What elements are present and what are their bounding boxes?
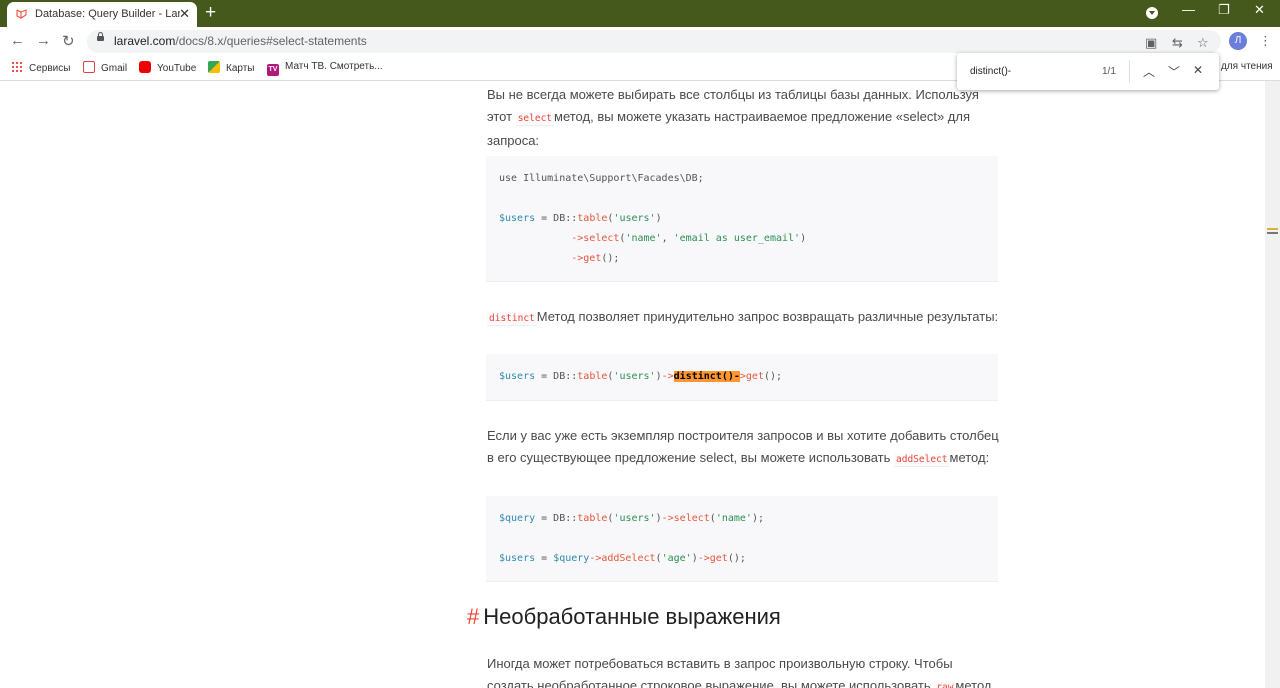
forward-icon[interactable]: →	[36, 32, 51, 49]
bookmark-maps[interactable]: Карты	[208, 61, 255, 74]
code-block-distinct: $users = DB::table('users')->distinct()-…	[486, 354, 998, 401]
find-next-icon[interactable]: ﹀	[1168, 63, 1180, 80]
find-count: 1/1	[1102, 66, 1116, 77]
find-match-highlight: distinct()-	[673, 371, 740, 382]
bookmark-services[interactable]: Сервисы	[11, 61, 70, 74]
minimize-icon[interactable]: —	[1182, 2, 1195, 17]
paragraph-addselect: Если у вас уже есть экземпляр построител…	[487, 428, 999, 467]
address-bar[interactable]: laravel.com/docs/8.x/queries#select-stat…	[87, 30, 1221, 53]
code-line: use Illuminate\Support\Facades\DB;	[499, 173, 704, 184]
find-divider	[1129, 60, 1130, 83]
code-line: ->get();	[571, 253, 620, 264]
reading-list[interactable]: для чтения	[1221, 61, 1273, 72]
page-content: Вы не всегда можете выбирать все столбцы…	[0, 81, 1265, 688]
bookmark-star-icon[interactable]: ☆	[1197, 35, 1209, 51]
code-line: $users = DB::table('users')->distinct()-…	[499, 371, 783, 382]
maximize-icon[interactable]: ❐	[1218, 2, 1230, 18]
find-bar: distinct()- 1/1 ︿ ﹀ ✕	[957, 53, 1219, 90]
browser-tab[interactable]: Database: Query Builder - Larave ✕	[7, 2, 197, 27]
scroll-thumb[interactable]	[1267, 232, 1278, 234]
heading-anchor[interactable]: #	[467, 604, 479, 629]
code-line: ->select('name', 'email as user_email')	[571, 233, 807, 244]
code-block-select: use Illuminate\Support\Facades\DB; $user…	[486, 156, 998, 282]
page-scrollbar[interactable]	[1265, 81, 1280, 688]
window-close-icon[interactable]: ✕	[1254, 2, 1265, 18]
inline-code-distinct: distinct	[487, 312, 537, 326]
tab-search-icon[interactable]	[1146, 7, 1158, 19]
find-scroll-marker	[1267, 228, 1278, 230]
translate-icon[interactable]: ⇆	[1172, 35, 1183, 51]
bookmark-gmail[interactable]: Gmail	[83, 61, 127, 74]
apps-icon	[11, 61, 23, 73]
bookmark-youtube[interactable]: YouTube	[139, 61, 196, 74]
reload-icon[interactable]: ↻	[62, 32, 75, 50]
code-line: $query = DB::table('users')->select('nam…	[499, 513, 764, 524]
gmail-icon	[83, 61, 95, 73]
inline-code-select: select	[515, 112, 555, 126]
tab-title: Database: Query Builder - Larave	[35, 8, 180, 20]
code-line: $users = $query->addSelect('age')->get()…	[499, 553, 746, 564]
browser-title-bar: Database: Query Builder - Larave ✕ + — ❐…	[0, 0, 1280, 27]
paragraph-raw: Иногда может потребоваться вставить в за…	[487, 653, 1002, 688]
inline-code-addselect: addSelect	[894, 453, 950, 467]
code-block-addselect: $query = DB::table('users')->select('nam…	[486, 496, 998, 582]
code-line: $users = DB::table('users')	[499, 213, 662, 224]
url-text[interactable]: laravel.com/docs/8.x/queries#select-stat…	[114, 34, 367, 48]
page-info-icon[interactable]: ▣	[1145, 35, 1157, 51]
paragraph-select: Вы не всегда можете выбирать все столбцы…	[487, 87, 979, 148]
new-tab-button[interactable]: +	[205, 2, 216, 24]
find-input[interactable]: distinct()-	[970, 66, 1011, 77]
paragraph-distinct: distinct Метод позволяет принудительно за…	[487, 309, 999, 326]
find-close-icon[interactable]: ✕	[1193, 63, 1203, 77]
find-previous-icon[interactable]: ︿	[1143, 63, 1155, 80]
tab-close-icon[interactable]: ✕	[179, 6, 190, 22]
back-icon[interactable]: ←	[10, 32, 25, 49]
laravel-icon	[16, 9, 27, 19]
section-heading: # Необработанные выражения	[467, 604, 781, 629]
inline-code-raw: raw	[934, 681, 956, 688]
maps-icon	[208, 61, 220, 73]
menu-icon[interactable]: ⋮	[1259, 33, 1272, 49]
lock-icon	[97, 32, 104, 41]
profile-avatar[interactable]: Л	[1229, 32, 1247, 50]
youtube-icon	[139, 61, 151, 73]
tv-icon: TV	[267, 64, 279, 76]
bookmark-match-tv[interactable]: TV Матч ТВ. Смотреть...	[267, 61, 383, 76]
